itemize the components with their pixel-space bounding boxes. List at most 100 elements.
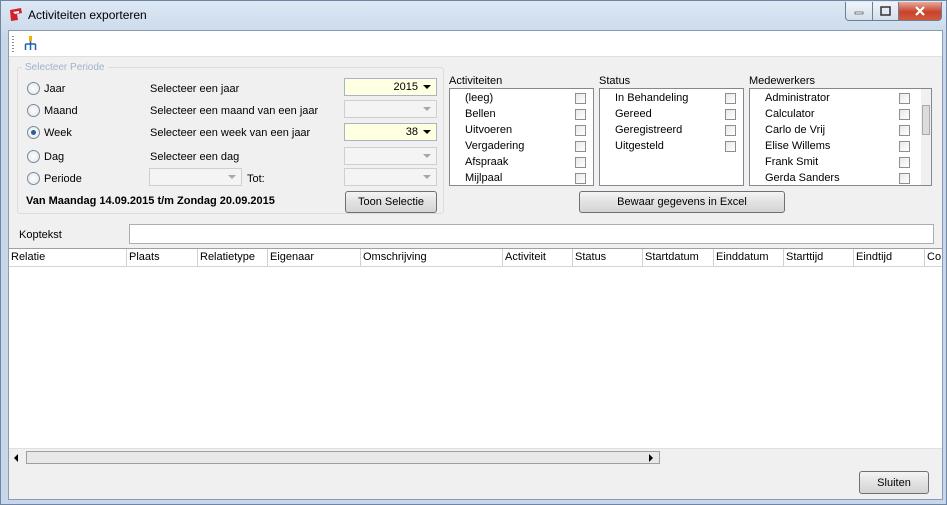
- dropdown-arrow-icon: [423, 175, 431, 179]
- scrollbar-thumb[interactable]: [922, 105, 930, 135]
- toolbar-grip[interactable]: [12, 36, 14, 52]
- medewerkers-list[interactable]: Administrator Calculator Carlo de Vrij E…: [749, 88, 932, 186]
- scroll-right-icon[interactable]: [649, 454, 653, 462]
- list-item[interactable]: Calculator: [765, 108, 815, 120]
- week-select[interactable]: 38: [344, 123, 437, 141]
- title-bar[interactable]: Activiteiten exporteren: [1, 1, 946, 29]
- close-window-button[interactable]: [899, 2, 942, 21]
- activiteiten-list[interactable]: (leeg) Bellen Uitvoeren Vergadering Afsp…: [449, 88, 594, 186]
- minimize-icon: [854, 11, 864, 15]
- data-grid[interactable]: Relatie Plaats Relatietype Eigenaar Omsc…: [9, 248, 942, 466]
- list-item[interactable]: (leeg): [465, 92, 493, 104]
- list-item[interactable]: Elise Willems: [765, 140, 830, 152]
- column-header[interactable]: Relatie: [9, 249, 127, 266]
- status-list[interactable]: In Behandeling Gereed Geregistreerd Uitg…: [599, 88, 744, 186]
- column-header[interactable]: Eigenaar: [268, 249, 361, 266]
- list-item[interactable]: Vergadering: [465, 140, 524, 152]
- list-item[interactable]: Uitvoeren: [465, 124, 512, 136]
- radio-periode[interactable]: Periode: [27, 172, 82, 185]
- checkbox[interactable]: [725, 125, 736, 136]
- year-value: 2015: [393, 81, 418, 93]
- list-item[interactable]: Bellen: [465, 108, 496, 120]
- checkbox[interactable]: [899, 125, 910, 136]
- sluiten-button[interactable]: Sluiten: [859, 471, 929, 494]
- day-select[interactable]: [344, 147, 437, 165]
- checkbox[interactable]: [899, 157, 910, 168]
- radio-maand[interactable]: Maand: [27, 104, 78, 117]
- month-select[interactable]: [344, 100, 437, 118]
- checkbox[interactable]: [575, 173, 586, 184]
- checkbox[interactable]: [899, 109, 910, 120]
- checkbox[interactable]: [725, 109, 736, 120]
- list-item[interactable]: In Behandeling: [615, 92, 688, 104]
- minimize-button[interactable]: [845, 2, 873, 21]
- radio-circle[interactable]: [27, 172, 40, 185]
- radio-jaar[interactable]: Jaar: [27, 82, 65, 95]
- list-item[interactable]: Gereed: [615, 108, 652, 120]
- toon-selectie-button[interactable]: Toon Selectie: [345, 191, 437, 213]
- prompt-jaar: Selecteer een jaar: [150, 83, 240, 95]
- checkbox[interactable]: [725, 93, 736, 104]
- koptekst-input[interactable]: [129, 224, 934, 244]
- list-item[interactable]: Mijlpaal: [465, 172, 502, 184]
- list-item[interactable]: Geregistreerd: [615, 124, 682, 136]
- horizontal-scrollbar[interactable]: [9, 448, 942, 466]
- radio-circle-selected[interactable]: [27, 126, 40, 139]
- maximize-icon: [880, 6, 891, 16]
- prompt-maand: Selecteer een maand van een jaar: [150, 105, 319, 117]
- week-value: 38: [405, 126, 418, 138]
- year-select[interactable]: 2015: [344, 78, 437, 96]
- close-icon: [915, 6, 925, 16]
- period-to-select[interactable]: [344, 168, 437, 186]
- radio-label-week: Week: [44, 126, 72, 139]
- activiteiten-title: Activiteiten: [449, 75, 503, 87]
- checkbox[interactable]: [575, 125, 586, 136]
- column-header[interactable]: Co: [925, 249, 942, 266]
- scrollbar-thumb[interactable]: [26, 451, 660, 464]
- radio-circle[interactable]: [27, 150, 40, 163]
- list-item[interactable]: Afspraak: [465, 156, 508, 168]
- maximize-button[interactable]: [873, 2, 899, 21]
- radio-label-maand: Maand: [44, 104, 78, 117]
- column-header[interactable]: Omschrijving: [361, 249, 503, 266]
- column-header[interactable]: Status: [573, 249, 643, 266]
- checkbox[interactable]: [575, 141, 586, 152]
- checkbox[interactable]: [575, 109, 586, 120]
- list-item[interactable]: Administrator: [765, 92, 830, 104]
- column-header[interactable]: Relatietype: [198, 249, 268, 266]
- period-from-select[interactable]: [149, 168, 242, 186]
- checkbox[interactable]: [899, 173, 910, 184]
- tot-label: Tot:: [247, 173, 265, 185]
- grid-header: Relatie Plaats Relatietype Eigenaar Omsc…: [9, 249, 942, 267]
- excel-export-button[interactable]: Bewaar gegevens in Excel: [579, 191, 785, 213]
- radio-circle[interactable]: [27, 82, 40, 95]
- checkbox[interactable]: [575, 93, 586, 104]
- list-item[interactable]: Frank Smit: [765, 156, 818, 168]
- checkbox[interactable]: [899, 141, 910, 152]
- prompt-week: Selecteer een week van een jaar: [150, 127, 311, 139]
- column-header[interactable]: Eindtijd: [854, 249, 925, 266]
- column-header[interactable]: Einddatum: [714, 249, 784, 266]
- list-item[interactable]: Uitgesteld: [615, 140, 664, 152]
- column-header[interactable]: Starttijd: [784, 249, 854, 266]
- app-logo-icon: [10, 8, 22, 21]
- radio-circle[interactable]: [27, 104, 40, 117]
- checkbox[interactable]: [725, 141, 736, 152]
- column-header[interactable]: Plaats: [127, 249, 198, 266]
- dropdown-arrow-icon: [423, 107, 431, 111]
- prompt-dag: Selecteer een dag: [150, 151, 240, 163]
- checkbox[interactable]: [899, 93, 910, 104]
- radio-week[interactable]: Week: [27, 126, 72, 139]
- scroll-left-icon[interactable]: [14, 454, 18, 462]
- radio-dag[interactable]: Dag: [27, 150, 64, 163]
- column-header[interactable]: Activiteit: [503, 249, 573, 266]
- column-header[interactable]: Startdatum: [643, 249, 714, 266]
- radio-label-jaar: Jaar: [44, 82, 66, 95]
- list-item[interactable]: Gerda Sanders: [765, 172, 840, 184]
- list-item[interactable]: Carlo de Vrij: [765, 124, 825, 136]
- checkbox[interactable]: [575, 157, 586, 168]
- caption-buttons: [845, 2, 942, 21]
- radio-label-periode: Periode: [44, 172, 82, 185]
- org-chart-icon[interactable]: [23, 35, 39, 52]
- vertical-scrollbar[interactable]: [921, 89, 931, 185]
